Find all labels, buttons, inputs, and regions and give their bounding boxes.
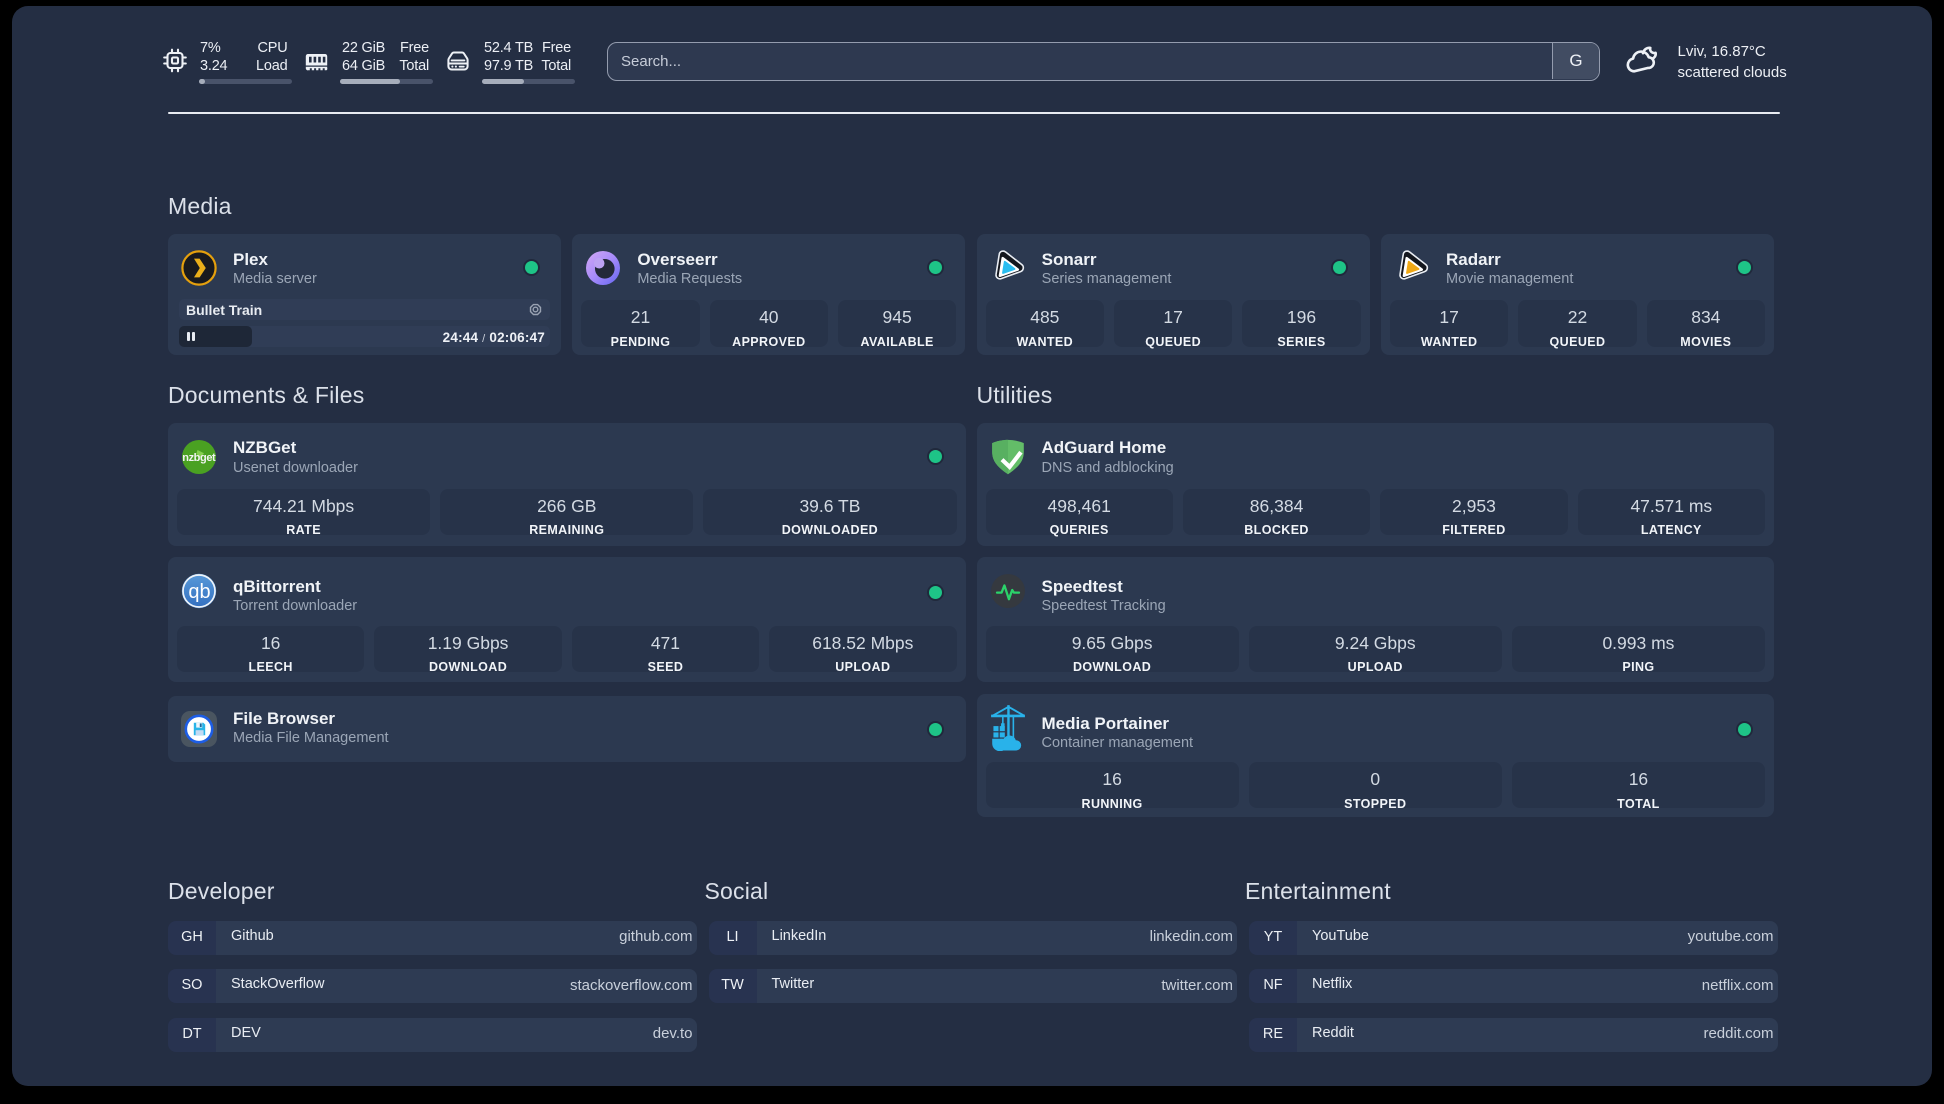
svg-text:qb: qb: [188, 581, 210, 603]
svg-text:nzbget: nzbget: [182, 452, 216, 464]
